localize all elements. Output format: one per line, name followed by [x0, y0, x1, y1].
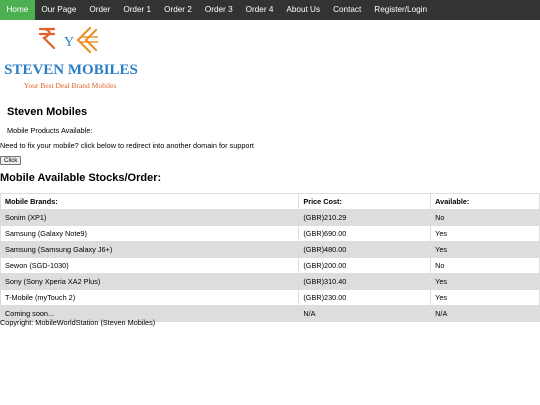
rupee-yen-logo-icon: Y STEVEN MOBILES Your Best Deal Brand Mo…	[4, 26, 138, 90]
nav-link-order-3[interactable]: Order 3	[198, 0, 239, 20]
nav-link-about-us[interactable]: About Us	[280, 0, 327, 20]
table-row: Samsung (Samsung Galaxy J6+) (GBR)480.00…	[0, 241, 540, 258]
availability-cell: Yes	[430, 241, 540, 258]
brand-cell: Samsung (Samsung Galaxy J6+)	[0, 241, 300, 258]
fix-mobile-text: Need to fix your mobile? click below to …	[0, 141, 254, 150]
price-cell: (GBR)230.00	[298, 289, 432, 306]
table-row: Sonim (XP1) (GBR)210.29 No	[0, 209, 540, 226]
nav-link-order-4[interactable]: Order 4	[239, 0, 280, 20]
availability-cell: Yes	[430, 273, 540, 290]
column-header-price: Price Cost:	[298, 193, 432, 210]
availability-cell: No	[430, 209, 540, 226]
price-cell: (GBR)690.00	[298, 225, 432, 242]
nav-link-order-1[interactable]: Order 1	[117, 0, 158, 20]
nav-link-register-login[interactable]: Register/Login	[368, 0, 434, 20]
column-header-available: Available:	[430, 193, 540, 210]
stock-heading: Mobile Available Stocks/Order:	[0, 172, 162, 184]
nav-link-order[interactable]: Order	[83, 0, 117, 20]
nav-link-our-page[interactable]: Our Page	[35, 0, 83, 20]
table-row: T-Mobile (myTouch 2) (GBR)230.00 Yes	[0, 289, 540, 306]
availability-cell: No	[430, 257, 540, 274]
logo-symbol-text: Y	[64, 35, 74, 50]
company-heading: Steven Mobiles	[7, 106, 88, 118]
top-navigation-bar: Home Our Page Order Order 1 Order 2 Orde…	[0, 0, 540, 20]
products-available-text: Mobile Products Available:	[7, 126, 93, 135]
table-header-row: Mobile Brands: Price Cost: Available:	[0, 193, 540, 210]
brand-cell: Sonim (XP1)	[0, 209, 300, 226]
copyright-text: Copyright: MobileWorldStation (Steven Mo…	[0, 318, 156, 327]
nav-link-order-2[interactable]: Order 2	[158, 0, 199, 20]
brand-cell: Samsung (Galaxy Note9)	[0, 225, 300, 242]
price-cell: (GBR)310.40	[298, 273, 432, 290]
table-row: Sewon (SGD-1030) (GBR)200.00 No	[0, 257, 540, 274]
company-logo: Y STEVEN MOBILES Your Best Deal Brand Mo…	[4, 24, 138, 96]
brand-cell: Sewon (SGD-1030)	[0, 257, 300, 274]
column-header-brand: Mobile Brands:	[0, 193, 300, 210]
brand-cell: Sony (Sony Xperia XA2 Plus)	[0, 273, 300, 290]
availability-cell: N/A	[430, 305, 540, 322]
availability-cell: Yes	[430, 225, 540, 242]
click-button[interactable]: Click	[0, 156, 22, 165]
stock-table: Mobile Brands: Price Cost: Available: So…	[0, 193, 540, 322]
price-cell: N/A	[298, 305, 432, 322]
brand-cell: T-Mobile (myTouch 2)	[0, 289, 300, 306]
table-row: Sony (Sony Xperia XA2 Plus) (GBR)310.40 …	[0, 273, 540, 290]
price-cell: (GBR)480.00	[298, 241, 432, 258]
price-cell: (GBR)200.00	[298, 257, 432, 274]
price-cell: (GBR)210.29	[298, 209, 432, 226]
logo-name-text: STEVEN MOBILES	[4, 62, 138, 78]
table-row: Samsung (Galaxy Note9) (GBR)690.00 Yes	[0, 225, 540, 242]
nav-link-home[interactable]: Home	[0, 0, 35, 20]
availability-cell: Yes	[430, 289, 540, 306]
logo-tagline-text: Your Best Deal Brand Mobiles	[24, 81, 117, 90]
nav-link-contact[interactable]: Contact	[327, 0, 368, 20]
